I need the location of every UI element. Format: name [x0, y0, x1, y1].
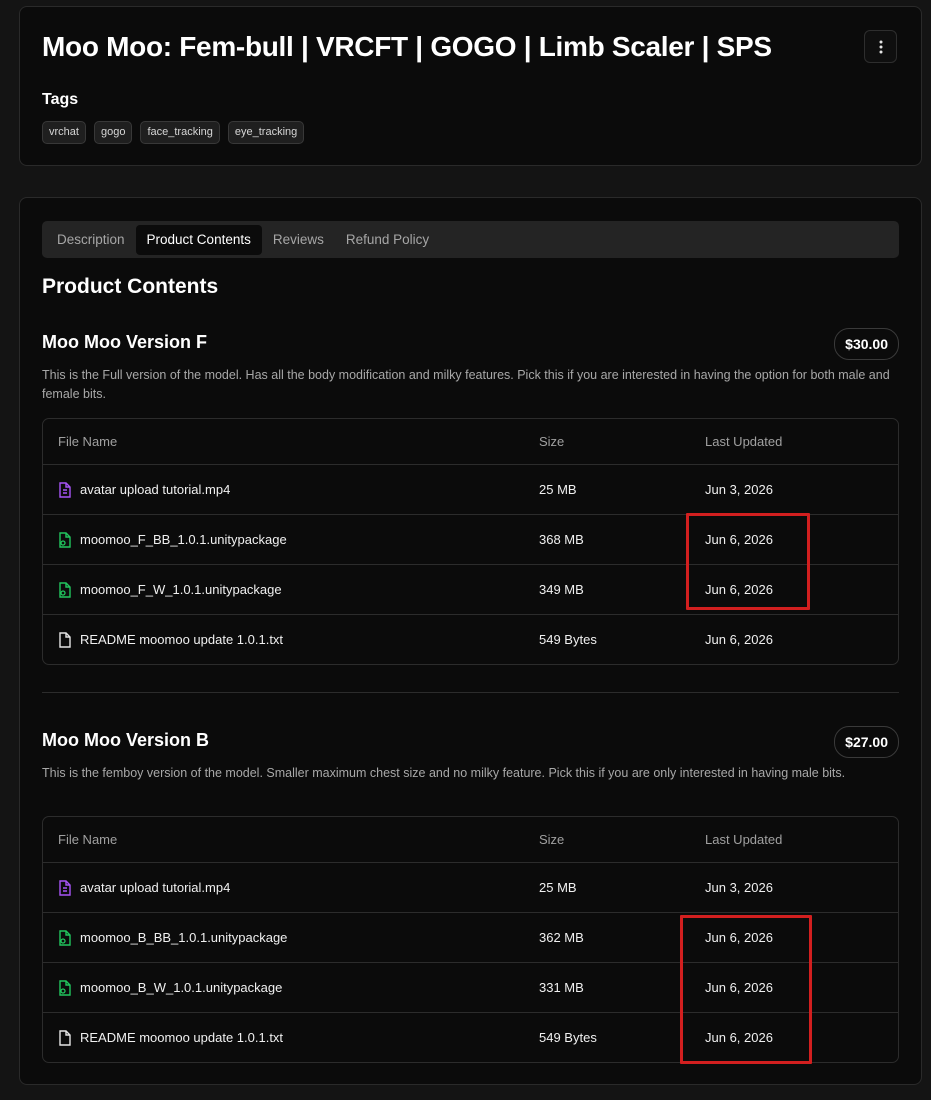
tab-bar: Description Product Contents Reviews Ref…: [42, 221, 899, 258]
section-divider: [42, 692, 899, 693]
product-name: Moo Moo Version B: [42, 730, 210, 750]
file-name[interactable]: avatar upload tutorial.mp4: [80, 880, 230, 895]
tags-heading: Tags: [42, 91, 79, 108]
table-row[interactable]: avatar upload tutorial.mp4 25 MB Jun 3, …: [43, 464, 898, 514]
file-size: 331 MB: [539, 980, 584, 995]
video-file-icon: [58, 481, 72, 498]
package-file-icon: [58, 531, 72, 548]
tag-list: vrchat gogo face_tracking eye_tracking: [42, 121, 305, 144]
file-name[interactable]: README moomoo update 1.0.1.txt: [80, 632, 283, 647]
file-table: File Name Size Last Updated avatar uploa…: [42, 418, 899, 665]
table-row[interactable]: README moomoo update 1.0.1.txt 549 Bytes…: [43, 1012, 898, 1062]
header-card: Moo Moo: Fem-bull | VRCFT | GOGO | Limb …: [19, 6, 922, 166]
file-updated: Jun 6, 2026: [705, 1030, 773, 1045]
tag-face-tracking[interactable]: face_tracking: [140, 121, 220, 144]
text-file-icon: [58, 631, 72, 648]
table-row[interactable]: moomoo_B_W_1.0.1.unitypackage 331 MB Jun…: [43, 962, 898, 1012]
table-header-row: File Name Size Last Updated: [43, 817, 898, 862]
file-updated: Jun 6, 2026: [705, 632, 773, 647]
package-file-icon: [58, 581, 72, 598]
product-description: This is the Full version of the model. H…: [42, 368, 890, 401]
table-row[interactable]: avatar upload tutorial.mp4 25 MB Jun 3, …: [43, 862, 898, 912]
column-header-file-name: File Name: [58, 832, 118, 847]
file-name[interactable]: moomoo_B_BB_1.0.1.unitypackage: [80, 930, 287, 945]
section-title: Product Contents: [42, 275, 219, 298]
table-row[interactable]: moomoo_B_BB_1.0.1.unitypackage 362 MB Ju…: [43, 912, 898, 962]
column-header-size: Size: [539, 832, 565, 847]
content-card: Description Product Contents Reviews Ref…: [19, 197, 922, 1085]
product-name: Moo Moo Version F: [42, 332, 207, 352]
column-header-last-updated: Last Updated: [705, 434, 783, 449]
tag-vrchat[interactable]: vrchat: [42, 121, 86, 144]
price-badge: $30.00: [834, 328, 899, 360]
file-size: 362 MB: [539, 930, 584, 945]
file-name[interactable]: moomoo_F_W_1.0.1.unitypackage: [80, 582, 282, 597]
file-size: 549 Bytes: [539, 1030, 597, 1045]
price-badge: $27.00: [834, 726, 899, 758]
table-header-row: File Name Size Last Updated: [43, 419, 898, 464]
table-row[interactable]: moomoo_F_W_1.0.1.unitypackage 349 MB Jun…: [43, 564, 898, 614]
page-title: Moo Moo: Fem-bull | VRCFT | GOGO | Limb …: [42, 31, 772, 62]
file-size: 368 MB: [539, 532, 584, 547]
file-size: 549 Bytes: [539, 632, 597, 647]
column-header-file-name: File Name: [58, 434, 118, 449]
tab-product-contents[interactable]: Product Contents: [135, 224, 262, 255]
tab-description[interactable]: Description: [46, 225, 136, 255]
file-updated: Jun 6, 2026: [705, 582, 773, 597]
package-file-icon: [58, 979, 72, 996]
file-updated: Jun 3, 2026: [705, 880, 773, 895]
table-row[interactable]: moomoo_F_BB_1.0.1.unitypackage 368 MB Ju…: [43, 514, 898, 564]
vertical-dots-icon: [879, 40, 883, 54]
product-description: This is the femboy version of the model.…: [42, 766, 846, 780]
file-updated: Jun 3, 2026: [705, 482, 773, 497]
product-version-f: Moo Moo Version F $30.00 This is the Ful…: [42, 328, 899, 665]
file-updated: Jun 6, 2026: [705, 930, 773, 945]
file-table: File Name Size Last Updated avatar uploa…: [42, 816, 899, 1063]
file-updated: Jun 6, 2026: [705, 980, 773, 995]
product-version-b: Moo Moo Version B $27.00 This is the fem…: [42, 726, 899, 1063]
package-file-icon: [58, 929, 72, 946]
tag-eye-tracking[interactable]: eye_tracking: [227, 121, 305, 144]
table-row[interactable]: README moomoo update 1.0.1.txt 549 Bytes…: [43, 614, 898, 664]
column-header-size: Size: [539, 434, 565, 449]
column-header-last-updated: Last Updated: [705, 832, 783, 847]
tag-gogo[interactable]: gogo: [93, 121, 133, 144]
file-name[interactable]: moomoo_B_W_1.0.1.unitypackage: [80, 980, 282, 995]
file-name[interactable]: avatar upload tutorial.mp4: [80, 482, 230, 497]
tab-reviews[interactable]: Reviews: [262, 225, 335, 255]
file-name[interactable]: README moomoo update 1.0.1.txt: [80, 1030, 283, 1045]
text-file-icon: [58, 1029, 72, 1046]
video-file-icon: [58, 879, 72, 896]
file-size: 25 MB: [539, 880, 577, 895]
file-name[interactable]: moomoo_F_BB_1.0.1.unitypackage: [80, 532, 287, 547]
file-size: 349 MB: [539, 582, 584, 597]
file-size: 25 MB: [539, 482, 577, 497]
file-updated: Jun 6, 2026: [705, 532, 773, 547]
tab-refund-policy[interactable]: Refund Policy: [335, 225, 440, 255]
more-options-button[interactable]: [864, 30, 897, 63]
